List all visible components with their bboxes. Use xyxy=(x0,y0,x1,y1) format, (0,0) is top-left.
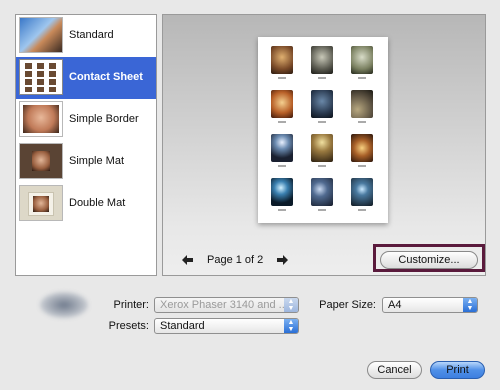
presets-value: Standard xyxy=(160,320,205,332)
layout-label: Double Mat xyxy=(69,197,126,209)
preview-photo xyxy=(351,178,373,206)
double-mat-thumbnail xyxy=(19,185,63,221)
preview-photo xyxy=(271,178,293,206)
arrow-right-icon xyxy=(277,255,288,265)
preview-photo xyxy=(351,134,373,162)
preview-photo xyxy=(311,178,333,206)
layout-label: Simple Border xyxy=(69,113,139,125)
contact-sheet-thumbnail xyxy=(19,59,63,95)
paper-size-label: Paper Size: xyxy=(319,299,376,311)
preview-photo xyxy=(351,90,373,118)
contact-sheet-preview-page xyxy=(258,37,388,223)
preview-photo xyxy=(351,46,373,74)
arrow-left-icon xyxy=(182,255,193,265)
layout-item-contact-sheet[interactable]: Contact Sheet xyxy=(16,57,156,99)
layout-item-standard[interactable]: Standard xyxy=(16,15,156,57)
customize-button[interactable]: Customize... xyxy=(380,251,478,269)
paper-size-select[interactable]: A4 ▲ ▼ xyxy=(382,297,478,313)
next-page-icon[interactable] xyxy=(277,254,288,268)
cancel-button[interactable]: Cancel xyxy=(367,361,422,379)
preview-photo xyxy=(311,134,333,162)
layout-label: Contact Sheet xyxy=(69,71,143,83)
popup-arrows-icon: ▲ ▼ xyxy=(463,298,477,312)
preview-photo xyxy=(271,46,293,74)
layout-label: Simple Mat xyxy=(69,155,125,167)
layout-item-simple-border[interactable]: Simple Border xyxy=(16,99,156,141)
page-indicator: Page 1 of 2 xyxy=(207,254,264,266)
print-preview xyxy=(162,14,486,276)
presets-label: Presets: xyxy=(108,320,149,332)
preview-photo xyxy=(271,134,293,162)
popup-arrows-icon: ▲ ▼ xyxy=(284,319,298,333)
popup-arrows-icon: ▲ ▼ xyxy=(284,298,298,312)
printer-icon xyxy=(40,292,88,318)
previous-page-icon[interactable] xyxy=(182,254,193,268)
standard-thumbnail xyxy=(19,17,63,53)
printer-select[interactable]: Xerox Phaser 3140 and ... ▲ ▼ xyxy=(154,297,299,313)
presets-select[interactable]: Standard ▲ ▼ xyxy=(154,318,299,334)
printer-value: Xerox Phaser 3140 and ... xyxy=(160,299,288,311)
layout-item-double-mat[interactable]: Double Mat xyxy=(16,183,156,225)
contact-sheet-grid-icon xyxy=(25,63,56,92)
print-button[interactable]: Print xyxy=(430,361,485,379)
layout-list: Standard Contact Sheet Simple Border Sim… xyxy=(15,14,157,276)
layout-item-simple-mat[interactable]: Simple Mat xyxy=(16,141,156,183)
preview-photo xyxy=(311,46,333,74)
paper-size-value: A4 xyxy=(388,299,402,311)
preview-photo xyxy=(271,90,293,118)
simple-border-thumbnail xyxy=(19,101,63,137)
preview-photo xyxy=(311,90,333,118)
layout-label: Standard xyxy=(69,29,114,41)
printer-label: Printer: xyxy=(113,299,149,311)
simple-mat-thumbnail xyxy=(19,143,63,179)
